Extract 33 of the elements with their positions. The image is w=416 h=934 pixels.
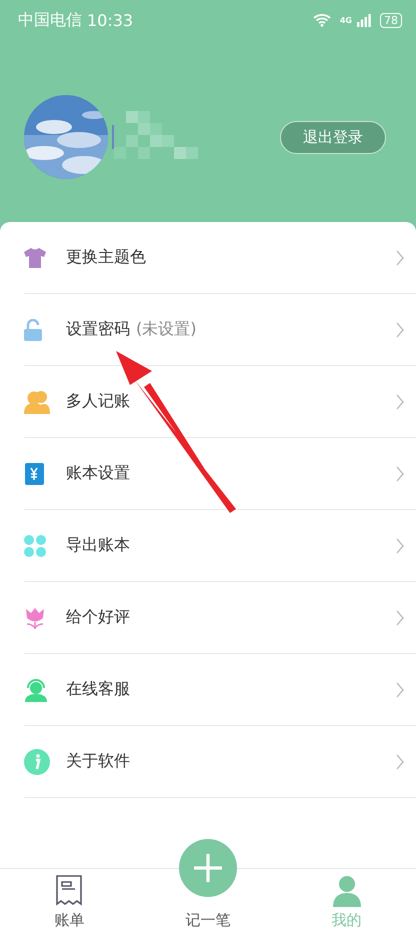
chevron-right-icon <box>396 322 404 338</box>
battery-indicator: 78 <box>380 12 402 28</box>
menu-label: 在线客服 <box>66 679 130 700</box>
network-text: 4G <box>340 16 352 24</box>
receipt-icon <box>55 875 84 907</box>
menu-label: 设置密码 <box>66 319 130 340</box>
chevron-right-icon <box>396 682 404 698</box>
menu-label: 多人记账 <box>66 391 130 412</box>
chevron-right-icon <box>396 754 404 770</box>
menu-item[interactable]: 更换主题色 <box>24 222 416 294</box>
clock-text: 10:33 <box>87 10 134 30</box>
tab-item[interactable]: 记一笔 <box>138 869 278 934</box>
chevron-right-icon <box>396 394 404 410</box>
wifi-icon <box>312 13 331 27</box>
menu-label: 更换主题色 <box>66 247 146 268</box>
menu-label: 关于软件 <box>66 751 130 772</box>
carrier-text: 中国电信 <box>18 10 82 30</box>
menu-label: 账本设置 <box>66 463 130 484</box>
chevron-right-icon <box>396 538 404 554</box>
menu-item[interactable]: 给个好评 <box>24 582 416 654</box>
person-icon <box>332 875 362 907</box>
tab-item[interactable]: 账单 <box>0 869 139 934</box>
plus-icon <box>193 853 223 883</box>
status-note: (未设置) <box>136 319 196 340</box>
menu-label: 导出账本 <box>66 535 130 556</box>
menu-label: 给个好评 <box>66 607 130 628</box>
menu-item[interactable]: 关于软件 <box>24 726 416 798</box>
signal-icon <box>357 14 371 26</box>
chevron-right-icon <box>396 466 404 482</box>
menu-item[interactable]: 在线客服 <box>24 654 416 726</box>
chevron-right-icon <box>396 610 404 626</box>
chevron-right-icon <box>396 250 404 266</box>
menu-item[interactable]: 导出账本 <box>24 510 416 582</box>
